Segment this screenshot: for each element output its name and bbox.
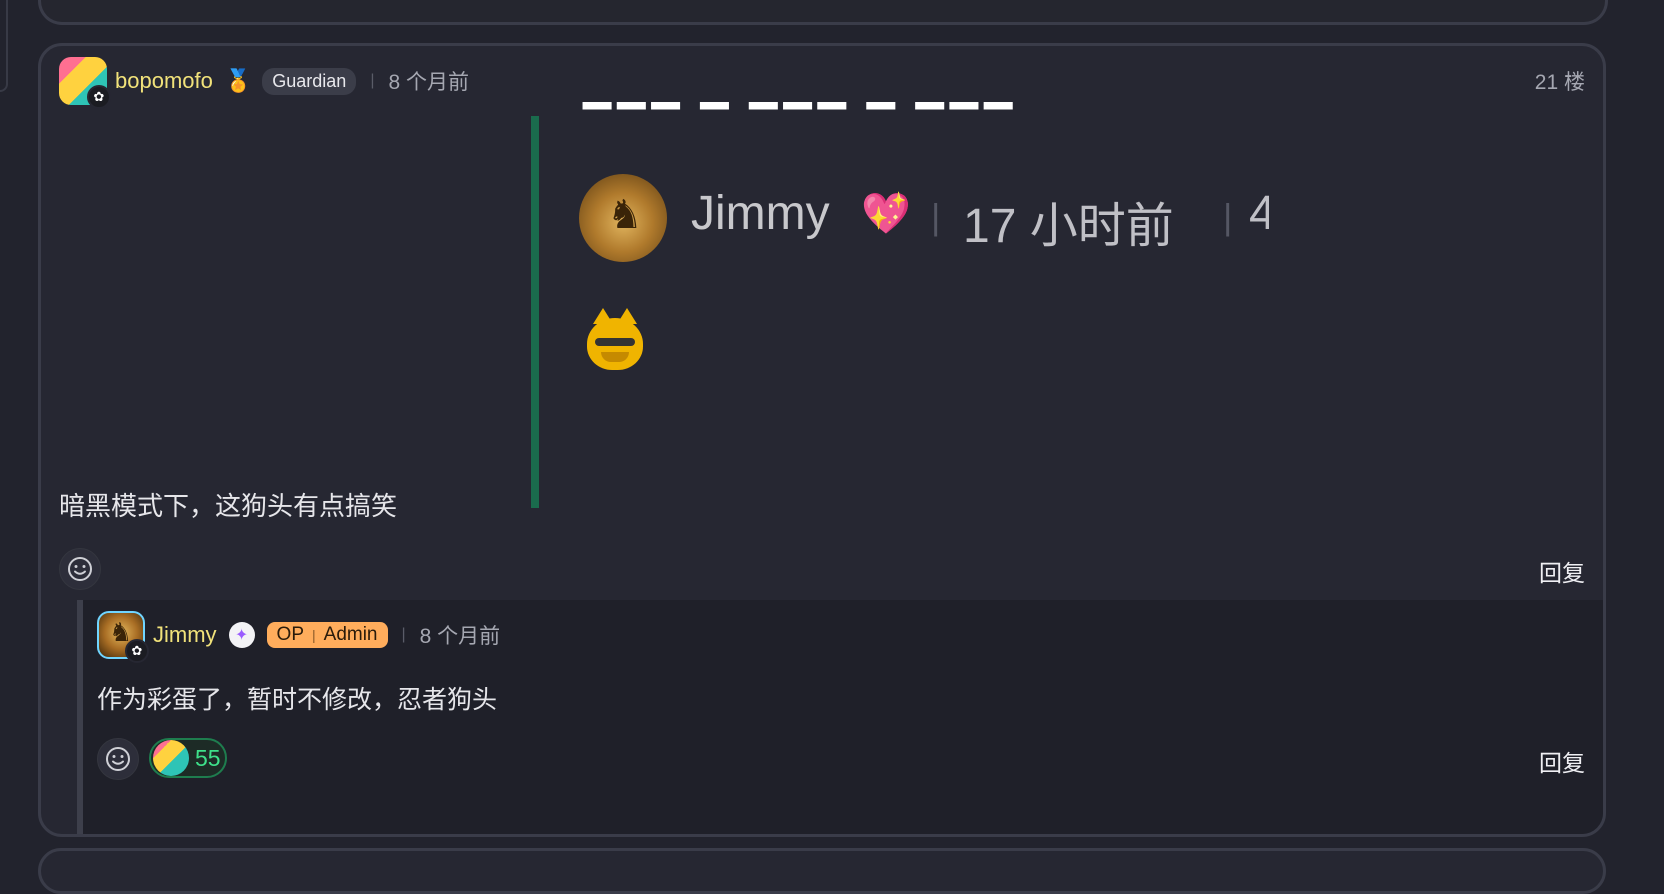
post-card: ✿ bopomofo 🏅 Guardian | 8 个月前 21 楼 ■■■ ■… [38,43,1606,837]
divider: | [401,626,406,643]
admin-label: Admin [323,624,378,645]
reactor-avatar [153,740,189,776]
reply-avatar[interactable]: ♞ ✿ [97,611,149,663]
flower-icon: ✿ [125,639,149,663]
smile-icon [106,747,130,771]
medal-icon: 🏅 [224,68,253,93]
embedded-username: Jimmy [691,187,830,240]
reply-button[interactable]: 回复 [1539,744,1585,778]
add-reaction-button[interactable] [97,738,139,780]
quote-bar [531,116,539,508]
post-body: 暗黑模式下，这狗头有点搞笑 [59,491,398,521]
divider: | [370,72,375,89]
reaction-chip[interactable]: 55 [149,738,227,778]
op-label: OP [276,624,304,645]
post-header: ✿ bopomofo 🏅 Guardian | 8 个月前 21 楼 [59,56,1585,109]
flower-icon: ✿ [87,85,111,109]
reply-username[interactable]: Jimmy [153,622,217,648]
reaction-count: 55 [195,744,221,771]
embedded-divider: | [931,196,941,237]
op-admin-badge: OP | Admin [266,622,388,648]
sparkling-heart-icon: 💖 [861,192,911,236]
embedded-divider: | [1223,196,1233,237]
emoji-glasses [595,338,635,346]
embedded-truncated-text: 4 [1249,186,1269,241]
reply-actions: 55 回复 [97,738,1585,780]
next-post-card [38,848,1606,894]
user-avatar[interactable]: ✿ [59,57,111,109]
ninja-dog-emoji [587,308,643,370]
embedded-cut-heading: ■■■ ■ ■■■ ■ ■■■ [579,102,1279,136]
side-rail [0,0,8,92]
reply-time[interactable]: 8 个月前 [420,620,501,650]
floor-number[interactable]: 21 楼 [1535,66,1585,96]
special-badge-icon: ✦ [228,622,255,648]
previous-post-card [38,0,1608,25]
badge-divider: | [312,627,316,643]
add-reaction-button[interactable] [59,548,101,590]
reply-body: 作为彩蛋了，暂时不修改，忍者狗头 [97,686,498,714]
post-time[interactable]: 8 个月前 [388,66,469,96]
emoji-mouth [601,352,629,362]
embedded-time: 17 小时前 [963,200,1174,253]
smile-icon [68,557,92,581]
post-actions: 回复 [59,548,1585,590]
username[interactable]: bopomofo [115,68,213,94]
reply-button[interactable]: 回复 [1539,554,1585,588]
embedded-screenshot: ■■■ ■ ■■■ ■ ■■■ ♞ Jimmy 💖 | 17 小时前 | 4 [531,102,1291,516]
embedded-avatar: ♞ [579,174,667,262]
deer-icon: ♞ [607,193,643,237]
reply-header: ♞ ✿ Jimmy ✦ OP | Admin | 8 个月前 [97,610,501,663]
nested-reply: ♞ ✿ Jimmy ✦ OP | Admin | 8 个月前 作为彩蛋了，暂时不修改… [77,600,1603,834]
user-title-badge: Guardian [262,67,357,95]
